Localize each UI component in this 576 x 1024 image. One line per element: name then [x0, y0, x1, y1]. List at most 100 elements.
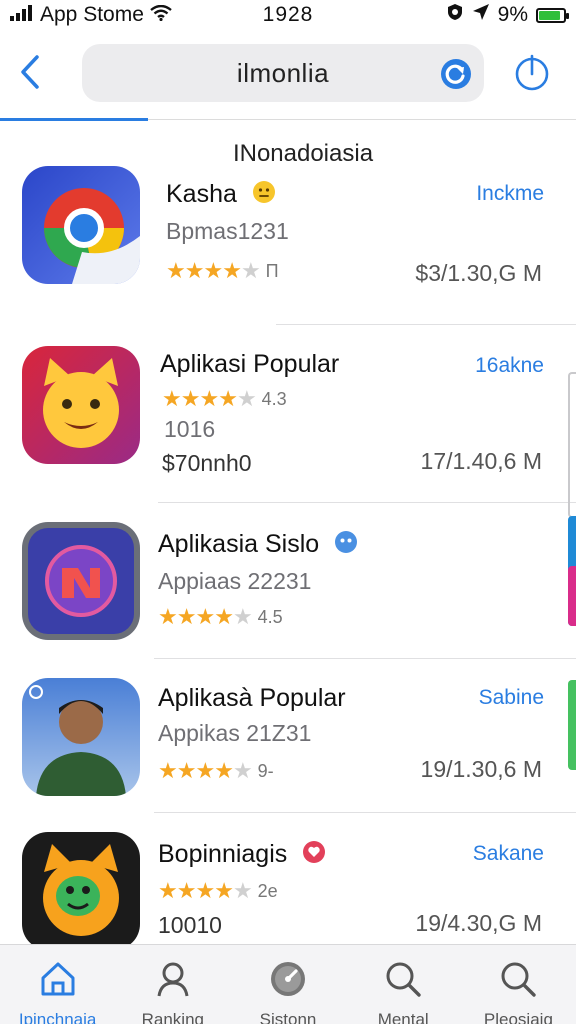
app-name-text: Aplikasia Sislo: [158, 530, 320, 559]
app-icon-chrome[interactable]: [22, 166, 140, 284]
app-name: Aplikasia Sislo: [158, 530, 358, 561]
list-item[interactable]: Aplikasia Sislo Appiaas 22231 ★★★★★ 4.5: [0, 504, 576, 660]
star-empty-icon: ★: [232, 758, 253, 783]
get-button[interactable]: Sakane: [473, 842, 544, 866]
star-filled-icon: ★: [176, 878, 197, 903]
star-empty-icon: ★: [232, 878, 253, 903]
star-filled-icon: ★: [180, 386, 201, 411]
edge-card: [568, 566, 576, 626]
nav-bar: ilmonlia: [0, 30, 576, 121]
tab-label: Mental: [377, 1010, 429, 1024]
rating-value: 2e: [257, 880, 278, 901]
bot-icon: [334, 530, 358, 561]
status-bar: App Stome 1928 9%: [0, 0, 576, 30]
get-button[interactable]: Inckme: [476, 182, 544, 206]
tab-bar: Ipinchnaia Ranking Sistonn Mental Pleosi…: [0, 944, 576, 1024]
app-subtitle: 10010: [158, 912, 222, 938]
app-size: 19/4.30,G M: [415, 910, 542, 936]
star-filled-icon: ★: [203, 258, 223, 283]
app-subtitle: 1016: [164, 416, 216, 442]
app-name: Aplikasà Popular: [158, 684, 346, 712]
status-left: App Stome: [10, 3, 172, 27]
app-icon-cat[interactable]: [22, 346, 140, 464]
rating-value: 9-: [257, 760, 274, 781]
star-filled-icon: ★: [195, 878, 215, 903]
rating-value: 4.5: [257, 606, 283, 627]
focus-icon: [446, 3, 464, 27]
star-filled-icon: ★: [195, 604, 215, 629]
star-icons: ★★★★★: [158, 878, 253, 904]
tab-mental[interactable]: Mental: [346, 945, 461, 1024]
star-filled-icon: ★: [158, 758, 178, 783]
star-filled-icon: ★: [214, 758, 234, 783]
star-empty-icon: ★: [232, 604, 253, 629]
star-filled-icon: ★: [184, 258, 205, 283]
battery-percent: 9%: [497, 3, 528, 26]
star-icons: ★★★★★: [158, 604, 253, 630]
star-filled-icon: ★: [158, 878, 178, 903]
app-subtitle: Appikas 21Z31: [158, 720, 312, 746]
divider: [276, 324, 576, 325]
app-name: Aplikasi Popular: [160, 350, 340, 378]
cellular-icon: [10, 3, 34, 27]
app-icon-profile[interactable]: [22, 678, 140, 796]
tab-search[interactable]: Pleosiaiq: [461, 945, 576, 1024]
tab-label: Pleosiaiq: [483, 1010, 553, 1024]
heart-badge-icon: [302, 840, 326, 871]
list-item[interactable]: Aplikasi Popular ★★★★★ 4.3 1016 $70nnh0 1…: [0, 326, 576, 504]
get-button[interactable]: 16akne: [475, 354, 544, 378]
back-button[interactable]: [2, 45, 58, 105]
app-name: Bopinniagis: [158, 840, 326, 871]
refresh-button[interactable]: [440, 58, 472, 90]
search-field[interactable]: ilmonlia: [82, 44, 484, 102]
nav-underline: [0, 118, 148, 121]
app-icon-media[interactable]: [22, 522, 140, 640]
battery-icon: [536, 7, 569, 23]
wifi-icon: [150, 3, 172, 27]
star-icons: ★★★★★: [158, 758, 253, 784]
edge-card: [568, 372, 576, 518]
tab-label: Ipinchnaia: [18, 1010, 97, 1024]
rating-value: 4.3: [261, 388, 287, 409]
rating-stars: ★★★★★ Π: [166, 258, 279, 284]
app-size: 17/1.40,6 M: [420, 448, 542, 474]
app-size: $3/1.30,G M: [415, 260, 542, 286]
divider: [154, 658, 576, 659]
rating-stars: ★★★★★ 2e: [158, 878, 278, 904]
app-size: 19/1.30,6 M: [420, 756, 542, 782]
star-filled-icon: ★: [166, 258, 186, 283]
rating-value: Π: [265, 260, 279, 281]
star-icons: ★★★★★: [166, 258, 261, 284]
star-filled-icon: ★: [222, 258, 242, 283]
divider: [154, 812, 576, 813]
list-item[interactable]: Aplikasà Popular Appikas 21Z31 ★★★★★ 9- S…: [0, 660, 576, 814]
star-filled-icon: ★: [158, 604, 178, 629]
person-icon: [153, 959, 193, 1004]
tab-ranking[interactable]: Ranking: [115, 945, 230, 1024]
app-icon-monster[interactable]: [22, 832, 140, 950]
search-icon: [383, 959, 423, 1004]
share-icon: [514, 52, 550, 97]
list-item[interactable]: Kasha Bpmas1231 ★★★★★ Π Inckme $3/1.30,G …: [0, 160, 576, 326]
get-button[interactable]: Sabine: [479, 686, 544, 710]
divider: [158, 502, 576, 503]
share-button[interactable]: [512, 50, 552, 98]
app-subtitle: Appiaas 22231: [158, 568, 312, 594]
carrier-label: App Stome: [40, 3, 144, 26]
star-filled-icon: ★: [162, 386, 182, 411]
star-empty-icon: ★: [240, 258, 261, 283]
home-icon: [38, 959, 78, 1004]
battery-level: [539, 10, 561, 20]
search-icon: [498, 959, 538, 1004]
tab-label: Sistonn: [259, 1010, 317, 1024]
refresh-icon: [441, 59, 471, 89]
tab-home[interactable]: Ipinchnaia: [0, 945, 115, 1024]
list-item[interactable]: Bopinniagis ★★★★★ 2e 10010 Sakane 19/4.30…: [0, 814, 576, 950]
location-icon: [472, 3, 490, 27]
search-input[interactable]: ilmonlia: [237, 58, 329, 89]
gauge-icon: [268, 959, 308, 1004]
tab-label: Ranking: [141, 1010, 204, 1024]
tab-system[interactable]: Sistonn: [230, 945, 345, 1024]
app-name-text: Bopinniagis: [158, 840, 288, 869]
star-filled-icon: ★: [176, 604, 197, 629]
